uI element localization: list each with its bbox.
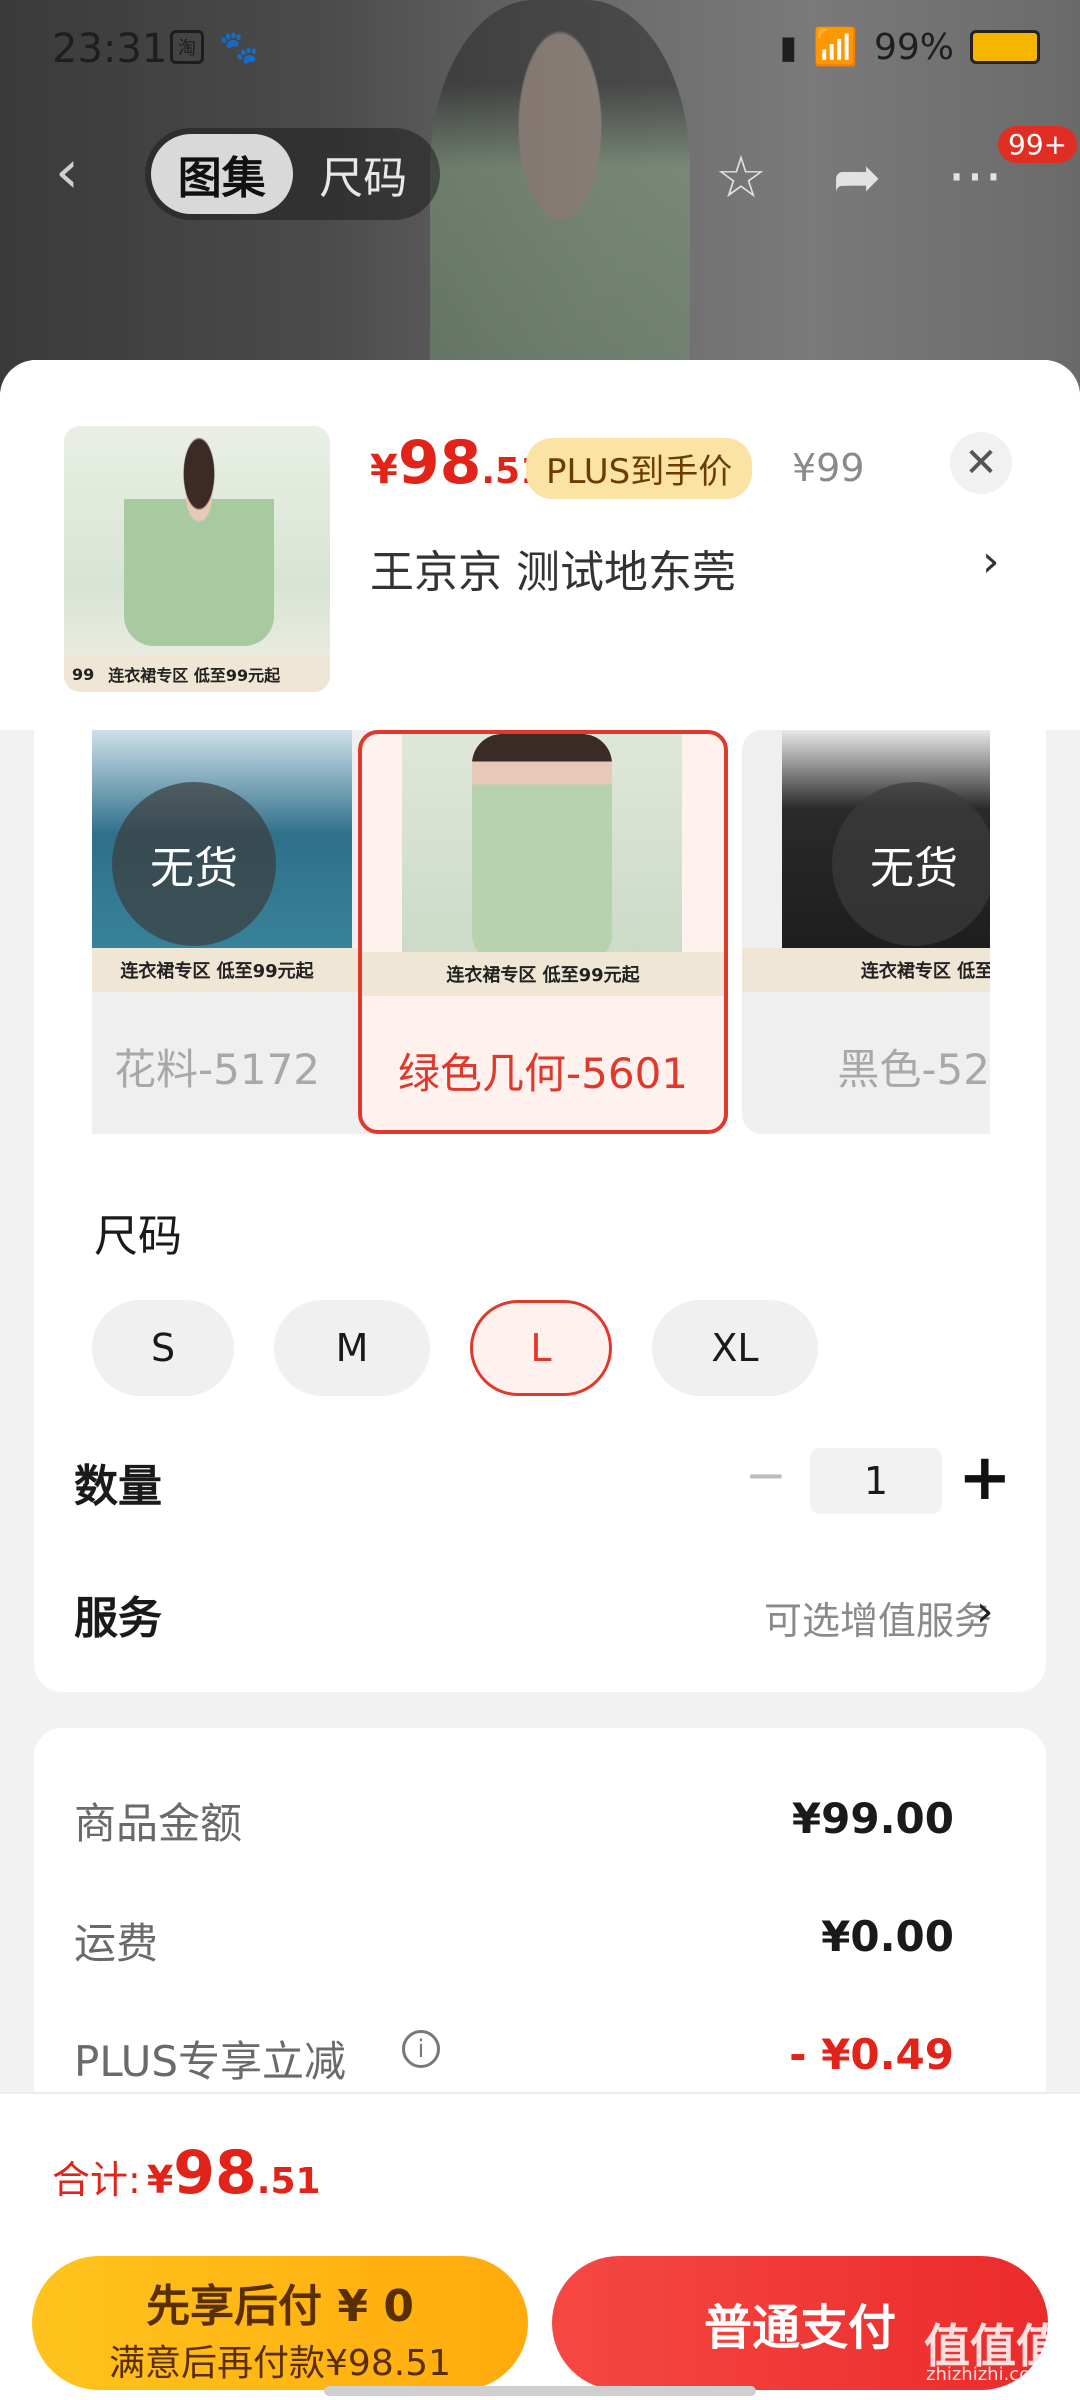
battery-icon xyxy=(970,30,1040,64)
price: ¥ 98 .51 xyxy=(370,428,545,498)
battery-percent: 99% xyxy=(873,26,954,68)
tab-gallery[interactable]: 图集 xyxy=(151,134,293,214)
variant-name: 花料-5172 xyxy=(113,1045,321,1094)
close-button[interactable]: ✕ xyxy=(950,432,1012,494)
service-value[interactable]: 可选增值服务 xyxy=(764,1590,992,1645)
variant-option-selected[interactable]: 连衣裙专区 低至99元起 绿色几何-5601 xyxy=(358,730,728,1134)
status-right: ▮ 📶 99% xyxy=(780,26,1040,68)
quantity-input[interactable]: 1 xyxy=(810,1448,942,1514)
view-switcher: 图集 尺码 xyxy=(145,128,440,220)
wifi-icon: 📶 xyxy=(813,27,858,68)
total-price: 合计: ¥ 98 .51 xyxy=(52,2138,321,2208)
chevron-right-icon[interactable]: › xyxy=(976,1586,994,1637)
product-thumbnail[interactable]: 99 连衣裙专区 低至99元起 xyxy=(64,426,330,692)
plus-discount-label: PLUS专享立减 xyxy=(74,2037,347,2086)
variant-banner: 连衣裙专区 低至99元起 xyxy=(92,948,402,992)
share-icon[interactable]: ➦ xyxy=(822,142,892,212)
plus-discount-value: - ¥0.49 xyxy=(789,2030,954,2079)
pay-later-subtitle: 满意后再付款¥98.51 xyxy=(109,2343,451,2384)
variant-banner: 连衣裙专区 低至99元起 xyxy=(362,952,724,996)
top-nav: ‹ 图集 尺码 ☆ ➦ ··· 99+ xyxy=(0,120,1080,230)
variant-name: 黑色-522 xyxy=(837,1045,990,1094)
pay-later-button[interactable]: 先享后付 ¥ 0 满意后再付款¥98.51 xyxy=(32,2256,528,2390)
variant-option[interactable]: 连衣裙专区 低至 无货 黑色-522 xyxy=(742,730,990,1134)
home-indicator[interactable] xyxy=(324,2386,756,2396)
taobao-app-icon: 淘 xyxy=(170,30,204,64)
thumbnail-model xyxy=(124,436,274,646)
shipping-value: ¥0.00 xyxy=(821,1912,954,1961)
store-name[interactable]: 王京京 测试地东莞 xyxy=(370,536,736,600)
shipping-label: 运费 xyxy=(74,1919,159,1968)
variant-carousel[interactable]: 连衣裙专区 低至99元起 无货 花料-5172 连衣裙专区 低至99元起 绿色几… xyxy=(92,730,990,1136)
pet-icon: 🐾 xyxy=(219,28,259,66)
checkout-footer: 合计: ¥ 98 .51 先享后付 ¥ 0 满意后再付款¥98.51 普通支付 xyxy=(0,2092,1080,2400)
original-price: ¥99 xyxy=(792,446,865,490)
goods-amount-value: ¥99.00 xyxy=(791,1794,954,1843)
message-badge: 99+ xyxy=(998,126,1078,163)
quantity-increase-button[interactable]: + xyxy=(958,1440,1012,1516)
service-label: 服务 xyxy=(74,1593,162,1644)
favorite-star-icon[interactable]: ☆ xyxy=(706,142,776,212)
status-time: 23:31 xyxy=(52,26,168,72)
watermark-url: zhizhizhi.com xyxy=(926,2364,1048,2385)
info-icon[interactable]: i xyxy=(402,2030,440,2068)
chevron-right-icon[interactable]: › xyxy=(982,536,1000,587)
size-section-title: 尺码 xyxy=(94,1211,182,1262)
total-symbol: ¥ xyxy=(146,2158,174,2202)
thumbnail-caption: 连衣裙专区 低至99元起 xyxy=(108,666,281,685)
sim-icon: ▮ xyxy=(779,28,798,66)
variant-banner: 连衣裙专区 低至 xyxy=(742,948,990,992)
back-button[interactable]: ‹ xyxy=(55,142,115,202)
total-label: 合计: xyxy=(52,2158,141,2202)
size-option-s[interactable]: S xyxy=(92,1300,234,1396)
quantity-decrease-button[interactable]: − xyxy=(745,1450,787,1500)
thumbnail-banner: 99 连衣裙专区 低至99元起 xyxy=(64,656,330,692)
variant-model xyxy=(472,734,612,964)
sheet-header: 99 连衣裙专区 低至99元起 ¥ 98 .51 PLUS到手价 ¥99 ✕ 王… xyxy=(0,360,1080,730)
size-option-xl[interactable]: XL xyxy=(652,1300,818,1396)
status-notification-icons: 淘 🐾 xyxy=(170,28,259,66)
thumbnail-price: 99 xyxy=(72,664,95,684)
price-integer: 98 xyxy=(397,428,482,498)
price-symbol: ¥ xyxy=(370,447,398,493)
variant-name: 绿色几何-5601 xyxy=(397,1049,689,1098)
size-option-l[interactable]: L xyxy=(470,1300,612,1396)
out-of-stock-badge: 无货 xyxy=(112,782,276,946)
goods-amount-label: 商品金额 xyxy=(74,1799,243,1848)
tab-size[interactable]: 尺码 xyxy=(293,134,435,214)
total-integer: 98 xyxy=(173,2138,257,2208)
total-decimal: .51 xyxy=(256,2161,321,2202)
size-option-m[interactable]: M xyxy=(274,1300,430,1396)
status-bar: 23:31 淘 🐾 ▮ 📶 99% xyxy=(0,0,1080,100)
out-of-stock-badge: 无货 xyxy=(832,782,990,946)
pay-later-title: 先享后付 ¥ 0 xyxy=(146,2281,414,2332)
plus-price-tag: PLUS到手价 xyxy=(526,438,753,499)
variant-option[interactable]: 连衣裙专区 低至99元起 无货 花料-5172 xyxy=(92,730,402,1134)
quantity-label: 数量 xyxy=(74,1461,162,1512)
